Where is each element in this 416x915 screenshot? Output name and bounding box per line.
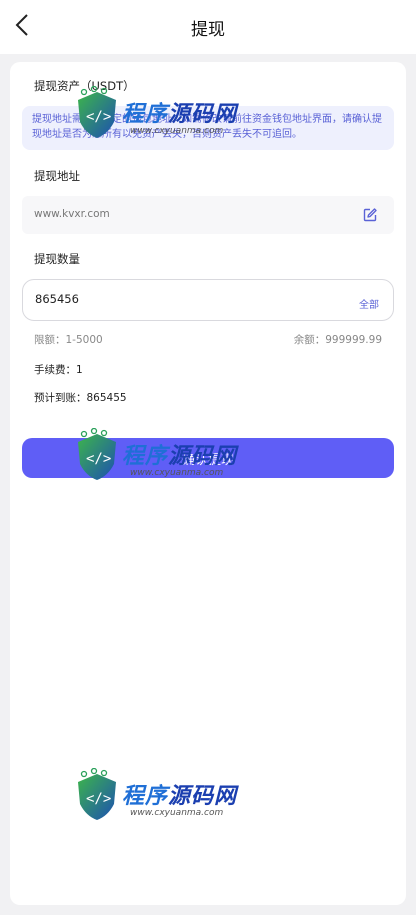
expected-text: 预计到账：865455	[34, 392, 127, 404]
address-field[interactable]: www.kvxr.com	[22, 196, 394, 234]
balance-text: 余额：999999.99	[293, 334, 382, 346]
fee-text: 手续费：1	[34, 364, 83, 376]
limit-text: 限额：1-5000	[34, 334, 103, 346]
page-title: 提现	[191, 20, 225, 40]
withdraw-notice: 提现地址需为您绑定的钱包地址，如需修改请前往资金钱包地址界面，请确认提现地址是否…	[22, 106, 394, 150]
address-value: www.kvxr.com	[34, 208, 110, 220]
address-label: 提现地址	[34, 169, 80, 183]
top-navbar: 提现	[0, 0, 416, 54]
all-amount-button[interactable]: 全部	[359, 296, 379, 311]
withdraw-card: 提现资产（USDT） 提现地址需为您绑定的钱包地址，如需修改请前往资金钱包地址界…	[10, 62, 406, 905]
asset-label: 提现资产（USDT）	[34, 79, 135, 93]
edit-icon[interactable]	[362, 207, 378, 223]
amount-field: 全部	[22, 279, 394, 321]
amount-input[interactable]	[35, 292, 295, 306]
confirm-withdraw-button[interactable]: 确认提现	[22, 438, 394, 478]
amount-label: 提现数量	[34, 252, 80, 266]
